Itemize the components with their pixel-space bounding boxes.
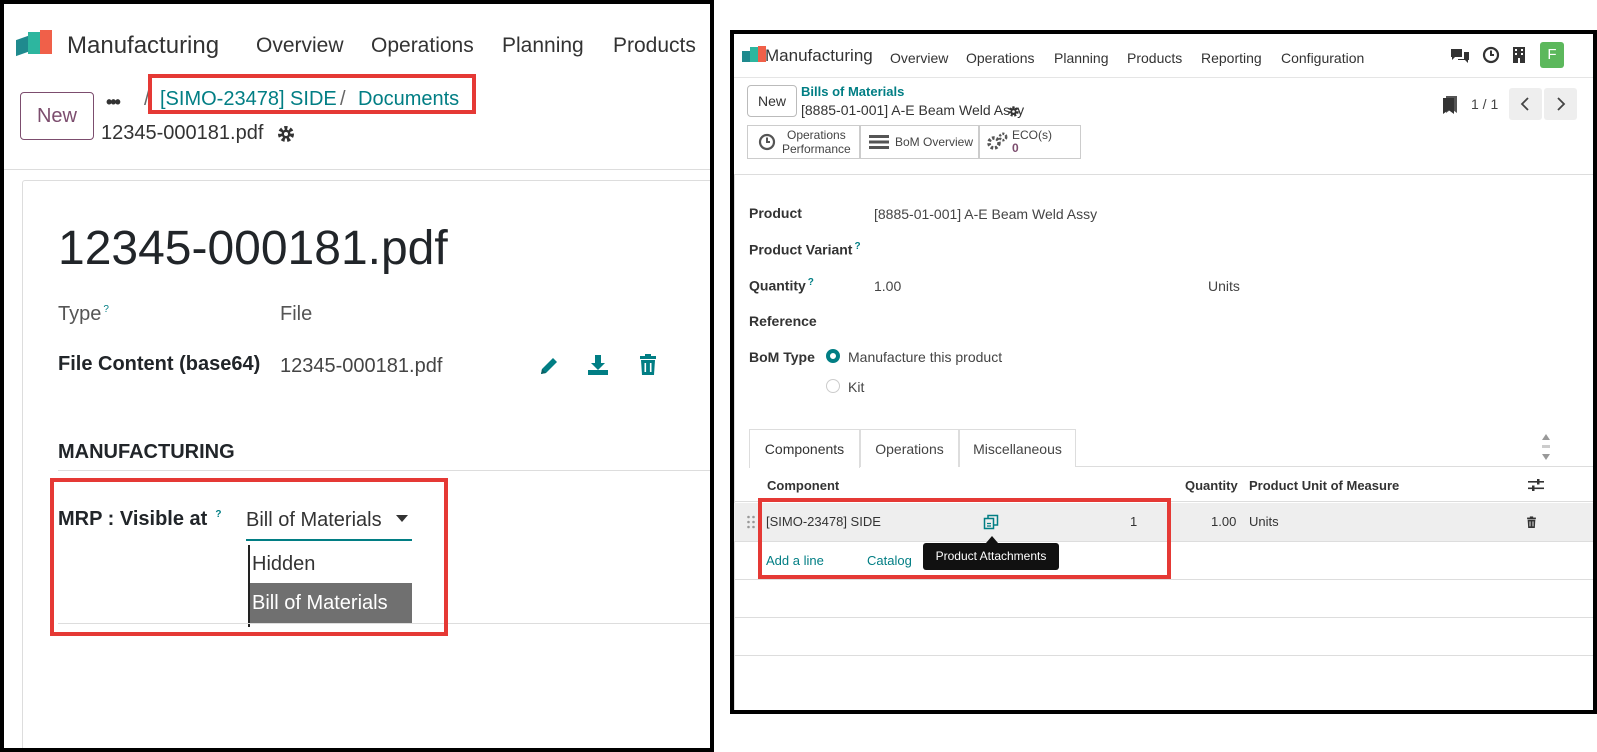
type-value[interactable]: File	[280, 303, 312, 326]
empty-row-divider-3	[734, 655, 1593, 656]
gear-icon[interactable]	[1007, 105, 1020, 118]
col-header-quantity[interactable]: Quantity	[1185, 478, 1238, 493]
menu-configuration[interactable]: Configuration	[1281, 50, 1364, 66]
scroll-arrows-icon[interactable]	[1540, 432, 1552, 462]
bom-type-option-manufacture[interactable]: Manufacture this product	[848, 349, 1002, 365]
section-divider	[58, 470, 710, 471]
gears-icon	[987, 132, 1008, 150]
type-label-text: Type	[58, 303, 102, 325]
document-title: 12345-000181.pdf	[58, 222, 448, 275]
pager-next-button[interactable]	[1544, 88, 1577, 120]
chevron-left-icon	[1520, 97, 1529, 111]
empty-row-divider-2	[734, 617, 1593, 618]
col-header-uom[interactable]: Product Unit of Measure	[1249, 478, 1399, 493]
column-settings-icon[interactable]	[1528, 478, 1544, 492]
component-highlight-box	[758, 498, 1171, 579]
type-help-icon[interactable]: ?	[103, 304, 109, 315]
empty-row-divider-1	[734, 579, 1593, 580]
breadcrumb-more-button[interactable]: •••	[106, 92, 121, 113]
quantity-value[interactable]: 1.00	[874, 278, 901, 294]
file-content-label: File Content (base64)	[58, 353, 261, 375]
clock-icon[interactable]	[1482, 46, 1500, 64]
quantity-label: Quantity?	[749, 277, 814, 294]
gear-icon[interactable]	[276, 124, 296, 144]
chevron-right-icon	[1557, 97, 1566, 111]
manufacturing-logo-icon[interactable]	[16, 30, 52, 57]
product-value[interactable]: [8885-01-001] A-E Beam Weld Assy	[874, 206, 1097, 222]
product-variant-label: Product Variant?	[749, 241, 861, 258]
menu-operations[interactable]: Operations	[966, 50, 1034, 66]
bom-type-label: BoM Type	[749, 349, 815, 365]
bom-type-radio-manufacture[interactable]	[826, 349, 840, 363]
operations-performance-button[interactable]: Operations Performance	[747, 125, 860, 159]
reference-label: Reference	[749, 313, 817, 329]
menu-overview[interactable]: Overview	[890, 50, 948, 66]
user-avatar[interactable]: F	[1540, 42, 1564, 68]
edit-pencil-icon[interactable]	[538, 355, 560, 377]
bom-type-radio-kit[interactable]	[826, 379, 840, 393]
quantity-label-text: Quantity	[749, 277, 806, 294]
drag-handle-icon[interactable]	[746, 515, 756, 529]
mrp-highlight-box	[50, 478, 448, 636]
app-name[interactable]: Manufacturing	[765, 46, 873, 66]
right-screenshot-panel: Manufacturing Overview Operations Planni…	[730, 30, 1597, 714]
section-title-manufacturing: MANUFACTURING	[58, 441, 235, 463]
menu-operations[interactable]: Operations	[371, 34, 474, 58]
pager-previous-button[interactable]	[1509, 88, 1542, 120]
quantity-uom[interactable]: Units	[1208, 278, 1240, 294]
menu-planning[interactable]: Planning	[502, 34, 584, 58]
pager-value[interactable]: 1 / 1	[1471, 96, 1498, 112]
product-label: Product	[749, 205, 802, 221]
new-button[interactable]: New	[20, 92, 94, 140]
menu-reporting[interactable]: Reporting	[1201, 50, 1262, 66]
type-label: Type?	[58, 303, 109, 326]
col-header-component[interactable]: Component	[767, 478, 839, 493]
menu-products[interactable]: Products	[1127, 50, 1182, 66]
breadcrumb-highlight-box	[148, 74, 476, 114]
bom-type-option-kit[interactable]: Kit	[848, 379, 864, 395]
trash-icon[interactable]	[638, 354, 658, 376]
tab-miscellaneous[interactable]: Miscellaneous	[959, 429, 1076, 467]
top-navbar: Manufacturing Overview Operations Planni…	[4, 4, 710, 84]
menu-products[interactable]: Products	[613, 34, 696, 58]
bom-overview-label: BoM Overview	[895, 135, 974, 149]
bookmarks-icon[interactable]	[1442, 95, 1458, 115]
manufacturing-logo-icon[interactable]	[742, 46, 766, 62]
eco-button[interactable]: ECO(s) 0	[979, 125, 1081, 159]
ops-perf-label-2: Performance	[782, 142, 851, 156]
building-icon[interactable]	[1512, 46, 1526, 64]
tab-operations[interactable]: Operations	[860, 429, 959, 467]
list-bars-icon	[869, 135, 889, 149]
breadcrumb-bills-of-materials[interactable]: Bills of Materials	[801, 84, 904, 99]
product-variant-label-text: Product Variant	[749, 241, 853, 258]
tab-components[interactable]: Components	[749, 429, 860, 468]
file-name[interactable]: 12345-000181.pdf	[280, 355, 442, 378]
record-name: 12345-000181.pdf	[101, 122, 264, 144]
clock-icon	[758, 133, 776, 151]
menu-overview[interactable]: Overview	[256, 34, 344, 58]
ops-perf-label-1: Operations	[787, 128, 846, 142]
top-navbar: Manufacturing Overview Operations Planni…	[734, 34, 1593, 78]
row-uom[interactable]: Units	[1249, 514, 1279, 529]
download-icon[interactable]	[586, 353, 610, 377]
quantity-help-icon[interactable]: ?	[808, 277, 814, 288]
row-quantity[interactable]: 1.00	[1211, 514, 1236, 529]
record-name: [8885-01-001] A-E Beam Weld Assy	[801, 102, 1025, 118]
form-sheet: 12345-000181.pdf Type? File File Content…	[22, 180, 710, 748]
trash-icon[interactable]	[1526, 516, 1537, 529]
eco-count: 0	[1012, 141, 1019, 155]
app-name[interactable]: Manufacturing	[67, 32, 219, 60]
bom-overview-button[interactable]: BoM Overview	[860, 125, 979, 159]
variant-help-icon[interactable]: ?	[854, 241, 860, 252]
left-screenshot-panel: Manufacturing Overview Operations Planni…	[0, 0, 714, 752]
chat-bubbles-icon[interactable]	[1450, 47, 1470, 65]
menu-planning[interactable]: Planning	[1054, 50, 1109, 66]
new-button[interactable]: New	[747, 85, 797, 117]
